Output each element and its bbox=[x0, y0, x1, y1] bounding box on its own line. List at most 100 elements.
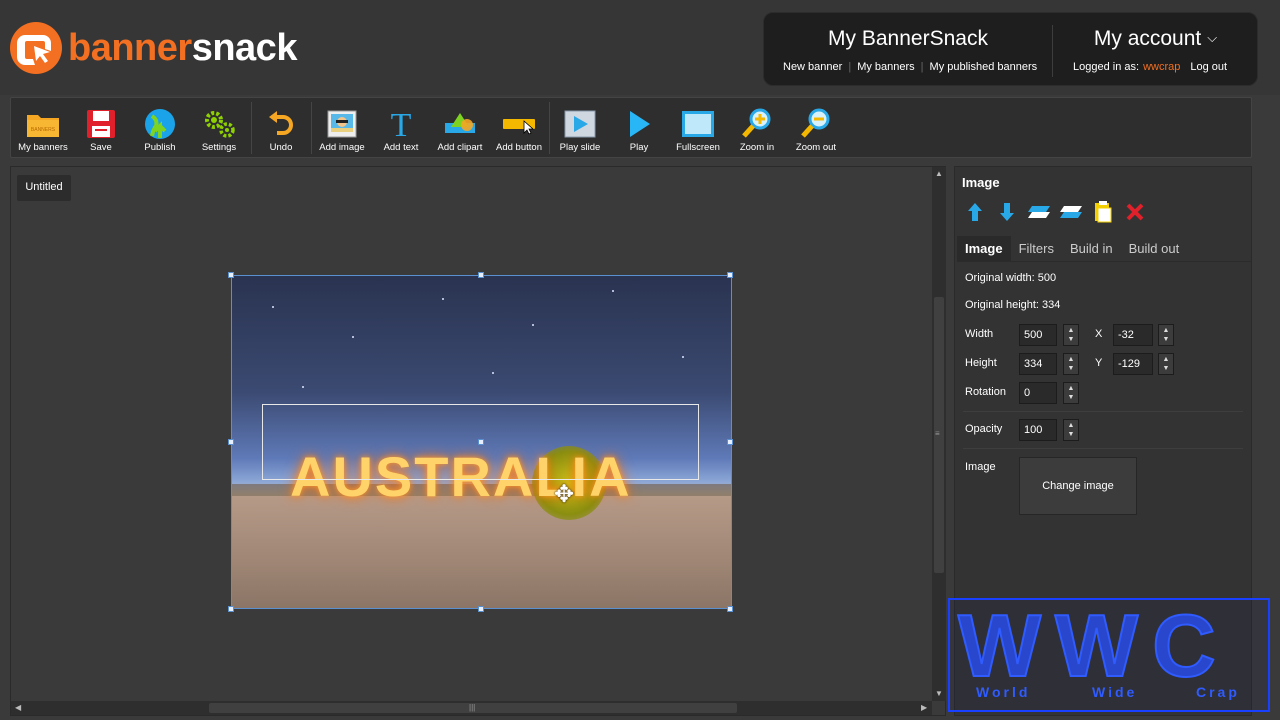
vertical-scrollbar[interactable]: ▲ ≡ ▼ bbox=[932, 167, 946, 701]
send-to-back-button[interactable] bbox=[1059, 201, 1083, 223]
main-toolbar: BANNERS My banners Save Publish Settings… bbox=[10, 97, 1252, 158]
sky-star bbox=[682, 356, 684, 358]
publish-label: Publish bbox=[144, 142, 176, 153]
opacity-stepper[interactable]: ▲ ▼ bbox=[1063, 419, 1079, 441]
tab-build-out[interactable]: Build out bbox=[1121, 236, 1188, 261]
document-tab[interactable]: Untitled bbox=[17, 175, 71, 201]
settings-label: Settings bbox=[201, 142, 237, 153]
tab-image[interactable]: Image bbox=[957, 236, 1011, 261]
resize-handle-ne[interactable] bbox=[727, 272, 733, 278]
add-text-button[interactable]: T Add text bbox=[371, 98, 431, 157]
my-banners-link[interactable]: My banners bbox=[857, 61, 914, 73]
logo-word-banner: banner bbox=[68, 27, 192, 69]
zoom-in-button[interactable]: Zoom in bbox=[727, 98, 787, 157]
x-label: X bbox=[1095, 328, 1103, 340]
my-published-banners-link[interactable]: My published banners bbox=[930, 61, 1038, 73]
scroll-grip-icon: ||| bbox=[469, 703, 476, 712]
bring-to-front-button[interactable] bbox=[1027, 201, 1051, 223]
width-input[interactable]: 500 bbox=[1019, 324, 1057, 346]
scroll-down-icon[interactable]: ▼ bbox=[935, 689, 943, 698]
send-backward-button[interactable] bbox=[995, 201, 1019, 223]
scroll-left-icon[interactable]: ◀ bbox=[15, 703, 21, 712]
resize-handle-e[interactable] bbox=[727, 439, 733, 445]
play-slide-label: Play slide bbox=[559, 142, 601, 153]
folder-icon: BANNERS bbox=[26, 108, 60, 140]
resize-handle-se[interactable] bbox=[727, 606, 733, 612]
save-button[interactable]: Save bbox=[71, 98, 131, 157]
change-image-button[interactable]: Change image bbox=[1019, 457, 1137, 515]
delete-x-icon bbox=[1126, 203, 1144, 221]
opacity-label: Opacity bbox=[965, 423, 1003, 435]
resize-handle-n[interactable] bbox=[478, 272, 484, 278]
add-text-label: Add text bbox=[383, 142, 419, 153]
new-banner-link[interactable]: New banner bbox=[783, 61, 842, 73]
original-height-text: Original height: 334 bbox=[965, 299, 1061, 311]
height-stepper[interactable]: ▲ ▼ bbox=[1063, 353, 1079, 375]
sky-star bbox=[532, 324, 534, 326]
scroll-up-icon[interactable]: ▲ bbox=[935, 169, 943, 178]
fullscreen-button[interactable]: Fullscreen bbox=[668, 98, 728, 157]
x-input[interactable]: -32 bbox=[1113, 324, 1153, 346]
zoom-in-label: Zoom in bbox=[739, 142, 775, 153]
properties-title: Image bbox=[962, 175, 1000, 190]
username[interactable]: wwcrap bbox=[1143, 61, 1180, 73]
y-stepper[interactable]: ▲ ▼ bbox=[1158, 353, 1174, 375]
duplicate-button[interactable] bbox=[1091, 201, 1115, 223]
rotation-stepper[interactable]: ▲ ▼ bbox=[1063, 382, 1079, 404]
rotation-label: Rotation bbox=[965, 386, 1006, 398]
play-button[interactable]: Play bbox=[609, 98, 669, 157]
copy-icon bbox=[1095, 201, 1112, 223]
resize-handle-s[interactable] bbox=[478, 606, 484, 612]
zoom-out-button[interactable]: Zoom out bbox=[786, 98, 846, 157]
my-bannersnack-title[interactable]: My BannerSnack bbox=[764, 27, 1052, 51]
zoom-in-icon bbox=[740, 108, 774, 140]
bring-forward-button[interactable] bbox=[963, 201, 987, 223]
watermark-word-wide: Wide bbox=[1092, 684, 1138, 700]
horizontal-scrollbar[interactable]: ◀ ||| ▶ bbox=[11, 701, 932, 715]
sky-star bbox=[442, 298, 444, 300]
rotation-input[interactable]: 0 bbox=[1019, 382, 1057, 404]
sky-star bbox=[272, 306, 274, 308]
add-image-label: Add image bbox=[319, 142, 365, 153]
height-input[interactable]: 334 bbox=[1019, 353, 1057, 375]
globe-icon bbox=[143, 108, 177, 140]
add-button-label: Add button bbox=[496, 142, 542, 153]
add-button-button[interactable]: Add button bbox=[489, 98, 549, 157]
opacity-input[interactable]: 100 bbox=[1019, 419, 1057, 441]
resize-handle-sw[interactable] bbox=[228, 606, 234, 612]
play-slide-button[interactable]: Play slide bbox=[550, 98, 610, 157]
gears-icon bbox=[202, 108, 236, 140]
tab-build-in[interactable]: Build in bbox=[1062, 236, 1121, 261]
publish-button[interactable]: Publish bbox=[130, 98, 190, 157]
width-stepper[interactable]: ▲ ▼ bbox=[1063, 324, 1079, 346]
settings-button[interactable]: Settings bbox=[189, 98, 249, 157]
play-icon bbox=[622, 108, 656, 140]
scroll-right-icon[interactable]: ▶ bbox=[921, 703, 927, 712]
logo-word-snack: snack bbox=[191, 27, 298, 69]
image-label: Image bbox=[965, 461, 996, 473]
my-banners-button[interactable]: BANNERS My banners bbox=[13, 98, 73, 157]
tab-filters[interactable]: Filters bbox=[1011, 236, 1062, 261]
x-stepper[interactable]: ▲ ▼ bbox=[1158, 324, 1174, 346]
watermark-word-world: World bbox=[976, 684, 1031, 700]
svg-text:T: T bbox=[391, 109, 412, 139]
resize-handle-w[interactable] bbox=[228, 439, 234, 445]
play-label: Play bbox=[629, 142, 649, 153]
section-divider bbox=[963, 448, 1243, 449]
original-width-text: Original width: 500 bbox=[965, 272, 1057, 284]
add-image-button[interactable]: Add image bbox=[312, 98, 372, 157]
my-account-menu[interactable]: My account ⌵ bbox=[1052, 27, 1259, 51]
logout-link[interactable]: Log out bbox=[1190, 61, 1227, 73]
clipart-icon bbox=[443, 108, 477, 140]
undo-button[interactable]: Undo bbox=[251, 98, 311, 157]
stage-canvas[interactable]: Untitled AUSTRALIA ✥ ▲ ≡ ▼ ◀ ||| ▶ bbox=[10, 166, 946, 716]
resize-handle-nw[interactable] bbox=[228, 272, 234, 278]
svg-text:BANNERS: BANNERS bbox=[31, 127, 56, 133]
bannersnack-logo[interactable]: bannersnack bbox=[10, 22, 297, 74]
zoom-out-icon bbox=[799, 108, 833, 140]
fullscreen-icon bbox=[681, 108, 715, 140]
rotation-center-handle[interactable] bbox=[478, 439, 484, 445]
y-input[interactable]: -129 bbox=[1113, 353, 1153, 375]
delete-button[interactable] bbox=[1123, 201, 1147, 223]
add-clipart-button[interactable]: Add clipart bbox=[430, 98, 490, 157]
